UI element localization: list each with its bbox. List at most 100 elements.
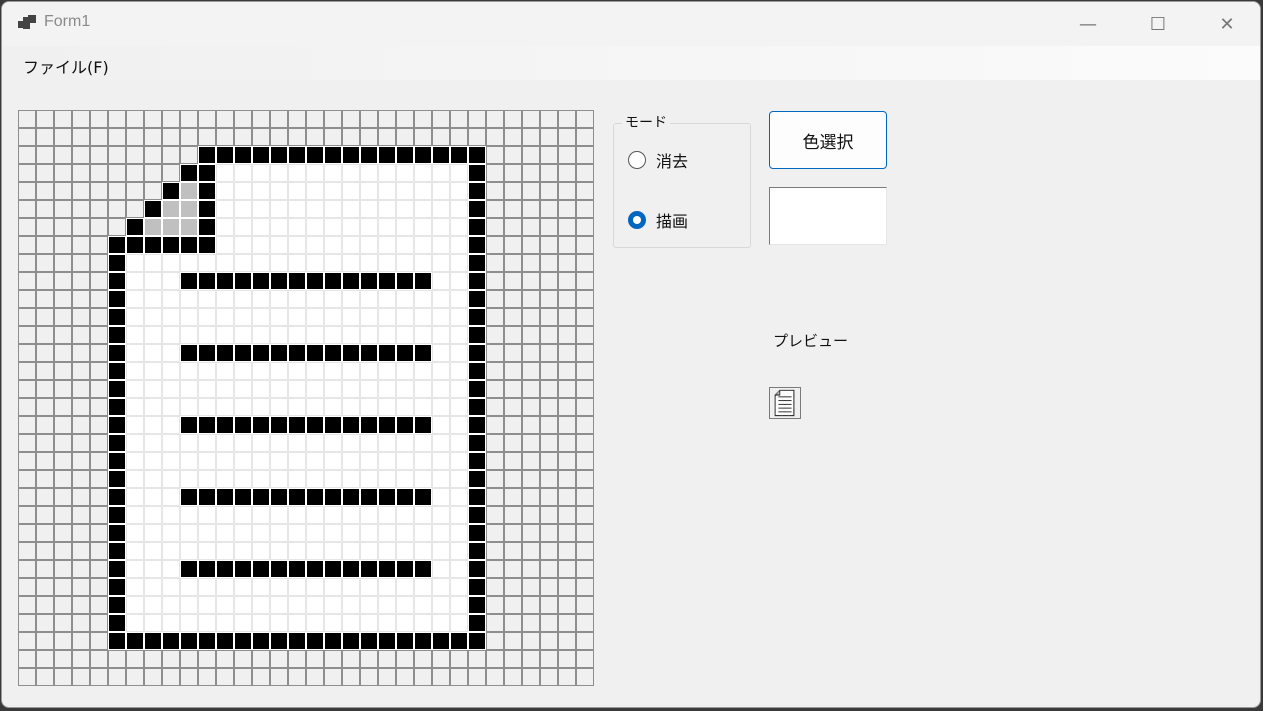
pixel-cell[interactable] (36, 308, 54, 326)
pixel-cell[interactable] (432, 488, 450, 506)
pixel-cell[interactable] (36, 506, 54, 524)
pixel-cell[interactable] (396, 398, 414, 416)
pixel-cell[interactable] (162, 398, 180, 416)
pixel-cell[interactable] (558, 398, 576, 416)
pixel-cell[interactable] (576, 146, 594, 164)
pixel-cell[interactable] (180, 488, 198, 506)
pixel-cell[interactable] (270, 668, 288, 686)
pixel-cell[interactable] (252, 272, 270, 290)
pixel-cell[interactable] (558, 434, 576, 452)
pixel-cell[interactable] (36, 596, 54, 614)
pixel-cell[interactable] (414, 128, 432, 146)
pixel-cell[interactable] (432, 326, 450, 344)
pixel-cell[interactable] (486, 488, 504, 506)
pixel-cell[interactable] (486, 164, 504, 182)
pixel-cell[interactable] (144, 614, 162, 632)
pixel-cell[interactable] (216, 128, 234, 146)
pixel-cell[interactable] (180, 236, 198, 254)
pixel-cell[interactable] (558, 110, 576, 128)
pixel-cell[interactable] (558, 218, 576, 236)
pixel-cell[interactable] (468, 614, 486, 632)
pixel-cell[interactable] (558, 488, 576, 506)
pixel-cell[interactable] (414, 344, 432, 362)
pixel-cell[interactable] (576, 344, 594, 362)
pixel-cell[interactable] (468, 182, 486, 200)
pixel-cell[interactable] (360, 146, 378, 164)
pixel-cell[interactable] (306, 560, 324, 578)
pixel-cell[interactable] (288, 614, 306, 632)
pixel-cell[interactable] (180, 308, 198, 326)
pixel-cell[interactable] (126, 668, 144, 686)
pixel-cell[interactable] (378, 488, 396, 506)
pixel-cell[interactable] (18, 218, 36, 236)
pixel-cell[interactable] (504, 596, 522, 614)
pixel-cell[interactable] (504, 290, 522, 308)
pixel-cell[interactable] (126, 146, 144, 164)
pixel-cell[interactable] (90, 524, 108, 542)
pixel-cell[interactable] (486, 650, 504, 668)
pixel-cell[interactable] (342, 164, 360, 182)
pixel-cell[interactable] (216, 380, 234, 398)
pixel-cell[interactable] (324, 218, 342, 236)
pixel-cell[interactable] (522, 236, 540, 254)
pixel-cell[interactable] (54, 380, 72, 398)
pixel-cell[interactable] (72, 668, 90, 686)
pixel-cell[interactable] (540, 542, 558, 560)
pixel-cell[interactable] (36, 326, 54, 344)
pixel-cell[interactable] (180, 452, 198, 470)
pixel-cell[interactable] (72, 308, 90, 326)
pixel-cell[interactable] (36, 146, 54, 164)
pixel-cell[interactable] (306, 326, 324, 344)
pixel-cell[interactable] (432, 650, 450, 668)
pixel-cell[interactable] (162, 380, 180, 398)
pixel-cell[interactable] (252, 614, 270, 632)
pixel-cell[interactable] (540, 668, 558, 686)
pixel-cell[interactable] (486, 146, 504, 164)
pixel-cell[interactable] (396, 578, 414, 596)
pixel-cell[interactable] (90, 650, 108, 668)
pixel-cell[interactable] (342, 416, 360, 434)
pixel-cell[interactable] (558, 164, 576, 182)
pixel-cell[interactable] (540, 488, 558, 506)
pixel-cell[interactable] (36, 254, 54, 272)
pixel-cell[interactable] (432, 452, 450, 470)
pixel-cell[interactable] (72, 110, 90, 128)
pixel-cell[interactable] (198, 434, 216, 452)
pixel-cell[interactable] (414, 470, 432, 488)
pixel-cell[interactable] (522, 416, 540, 434)
pixel-cell[interactable] (234, 416, 252, 434)
pixel-cell[interactable] (288, 578, 306, 596)
pixel-cell[interactable] (360, 182, 378, 200)
pixel-cell[interactable] (252, 362, 270, 380)
pixel-cell[interactable] (180, 110, 198, 128)
pixel-cell[interactable] (432, 128, 450, 146)
pixel-cell[interactable] (396, 362, 414, 380)
pixel-cell[interactable] (360, 218, 378, 236)
pixel-cell[interactable] (504, 650, 522, 668)
pixel-cell[interactable] (216, 164, 234, 182)
pixel-cell[interactable] (432, 668, 450, 686)
pixel-cell[interactable] (468, 128, 486, 146)
pixel-cell[interactable] (126, 398, 144, 416)
pixel-cell[interactable] (378, 110, 396, 128)
pixel-cell[interactable] (198, 326, 216, 344)
pixel-cell[interactable] (108, 344, 126, 362)
pixel-cell[interactable] (54, 110, 72, 128)
pixel-cell[interactable] (144, 380, 162, 398)
pixel-cell[interactable] (360, 110, 378, 128)
pixel-cell[interactable] (432, 344, 450, 362)
pixel-cell[interactable] (54, 290, 72, 308)
pixel-cell[interactable] (378, 524, 396, 542)
pixel-cell[interactable] (234, 272, 252, 290)
pixel-cell[interactable] (486, 560, 504, 578)
pixel-cell[interactable] (360, 506, 378, 524)
pixel-cell[interactable] (558, 362, 576, 380)
pixel-cell[interactable] (468, 218, 486, 236)
pixel-cell[interactable] (216, 542, 234, 560)
pixel-cell[interactable] (522, 128, 540, 146)
pixel-cell[interactable] (450, 200, 468, 218)
pixel-cell[interactable] (90, 578, 108, 596)
pixel-cell[interactable] (18, 308, 36, 326)
pixel-cell[interactable] (270, 308, 288, 326)
pixel-cell[interactable] (432, 218, 450, 236)
